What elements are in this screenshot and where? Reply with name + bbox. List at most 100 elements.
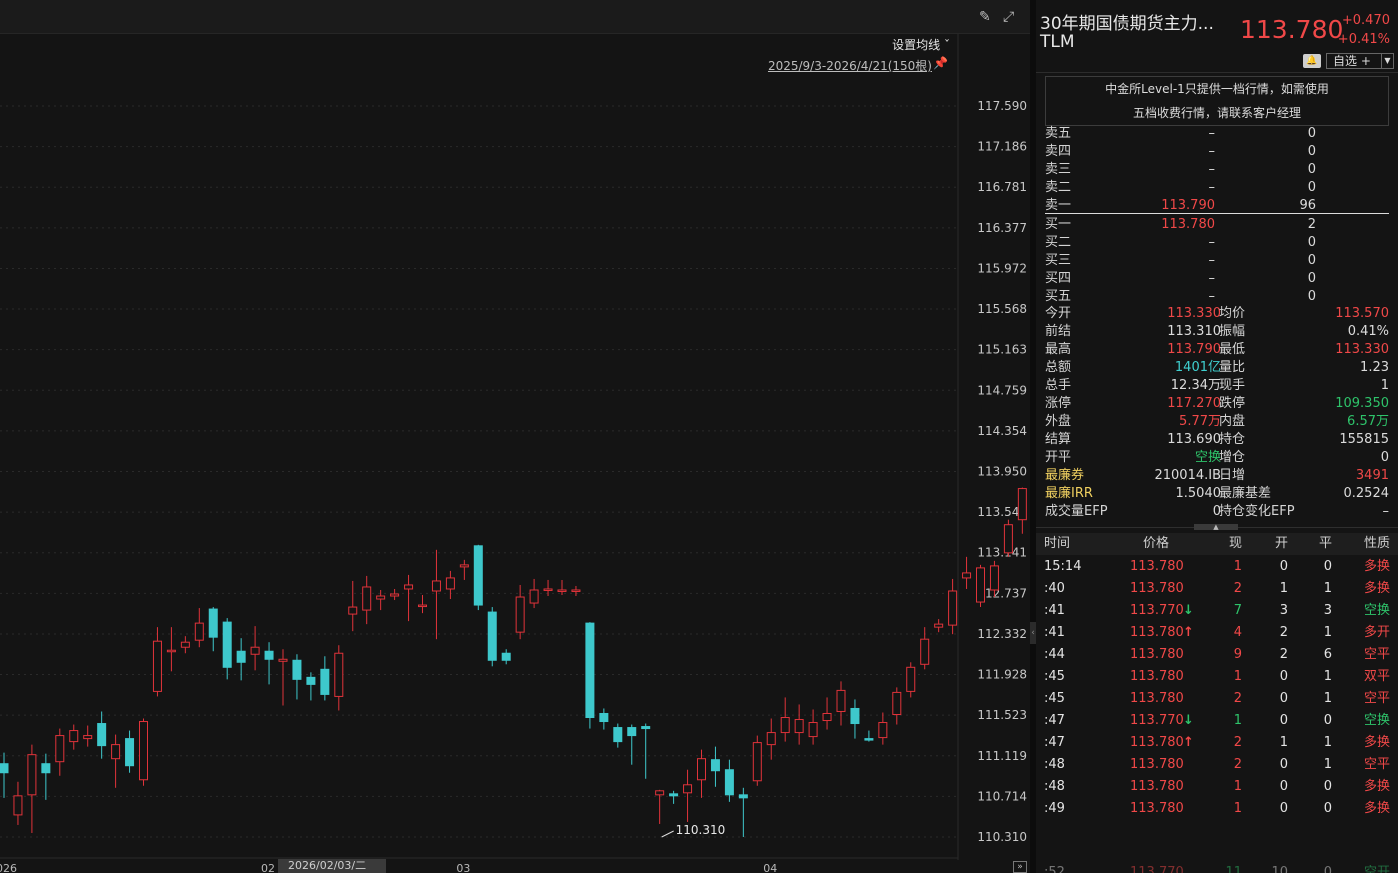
candle-body [41,763,51,774]
order-price: – [1208,289,1216,304]
candle[interactable] [69,724,79,750]
candle-body [320,668,330,695]
candle[interactable] [1017,487,1027,534]
candle[interactable] [306,672,316,701]
candle[interactable] [934,619,944,633]
candle[interactable] [278,649,288,706]
candle[interactable] [320,656,330,701]
candle[interactable] [794,704,804,745]
candle[interactable] [13,781,23,825]
candle[interactable] [111,734,121,788]
tick-row[interactable]: :44 113.780 9 2 6 空平 [1036,644,1398,666]
candle[interactable] [0,752,9,798]
tick-row[interactable]: :40 113.780 2 1 1 多换 [1036,578,1398,600]
candle[interactable] [1003,519,1013,557]
candle[interactable] [139,718,148,786]
candle[interactable] [376,589,386,611]
tick-row[interactable]: :47 113.770 ↓ 1 0 0 空换 [1036,710,1398,732]
candle[interactable] [208,607,218,652]
candle[interactable] [529,578,539,609]
tick-row[interactable]: :49 113.780 1 0 0 多换 [1036,798,1398,820]
candle[interactable] [878,712,888,745]
candlestick-chart[interactable]: 117.590 117.186 116.781 116.377 115.972 115.5… [0,0,1030,873]
candle[interactable] [627,724,637,765]
candle-body [487,611,497,661]
candle[interactable] [264,642,274,685]
collapse-arrow-icon[interactable]: ▲ [1194,524,1238,531]
stat-label: 总手 [1045,378,1072,393]
candle[interactable] [404,574,414,622]
double-chevron-right-icon[interactable]: » [1013,861,1027,873]
candle[interactable] [738,787,748,837]
candle[interactable] [724,759,734,802]
candle[interactable] [585,622,595,729]
candle[interactable] [766,718,776,760]
candle[interactable] [180,636,190,654]
candle[interactable] [459,559,469,580]
candle[interactable] [822,697,832,730]
candle[interactable] [752,735,762,786]
candle[interactable] [697,749,706,798]
candle[interactable] [836,681,846,726]
tick-row[interactable]: :41 113.770 ↓ 7 3 3 空换 [1036,600,1398,622]
candle[interactable] [780,697,790,742]
candle[interactable] [55,728,65,776]
bell-icon[interactable]: 🔔 [1303,54,1321,68]
candle[interactable] [920,627,930,670]
candle[interactable] [557,579,567,596]
add-watchlist-button[interactable]: 自选 + ▼ [1326,53,1394,69]
candle[interactable] [976,564,985,608]
candle[interactable] [892,687,902,725]
candle[interactable] [334,645,344,711]
kline-chart-panel[interactable]: ✎ ⤢ 设置均线 ˇ 2025/9/3-2026/4/21(150根) 📌 11… [0,0,1030,873]
candle[interactable] [348,580,358,632]
candle[interactable] [710,746,720,787]
tick-time: :49 [1044,801,1065,816]
stats-collapse-bar[interactable]: ▲ [1036,524,1398,532]
candle[interactable] [599,708,609,730]
candle[interactable] [194,608,204,648]
tick-row[interactable]: :47 113.780 ↑ 2 1 1 多换 [1036,732,1398,754]
candle[interactable] [850,699,860,739]
candle[interactable] [152,627,162,697]
candle[interactable] [613,723,623,748]
candle[interactable] [125,730,135,773]
candle[interactable] [962,556,972,589]
candle[interactable] [473,544,483,611]
candle[interactable] [445,570,455,600]
tick-row[interactable]: :45 113.780 1 0 1 双平 [1036,666,1398,688]
candle[interactable] [250,626,260,671]
candle[interactable] [418,595,427,614]
candle[interactable] [683,769,693,822]
tick-row[interactable]: :45 113.780 2 0 1 空平 [1036,688,1398,710]
candle[interactable] [487,607,497,667]
candle[interactable] [222,618,232,680]
candle-body [306,676,316,685]
candle[interactable] [236,638,246,681]
candle[interactable] [948,578,958,635]
candle[interactable] [906,662,916,698]
candle[interactable] [97,711,107,759]
dropdown-arrow-icon[interactable]: ▼ [1381,54,1393,68]
candle[interactable] [501,649,511,665]
candle[interactable] [641,723,651,779]
candle-body [278,658,288,662]
tick-row[interactable]: :48 113.780 2 0 1 空平 [1036,754,1398,776]
candle[interactable] [362,575,372,625]
candle[interactable] [431,549,441,640]
tick-row[interactable]: :48 113.780 1 0 0 多换 [1036,776,1398,798]
candle[interactable] [41,753,51,800]
stats-row: 最廉IRR 1.5040 最廉基差 0.2524 [1045,485,1389,503]
tick-time: :47 [1044,713,1065,728]
candle[interactable] [27,744,37,833]
candle[interactable] [669,790,679,804]
candle[interactable] [83,725,93,747]
candle[interactable] [655,789,665,824]
candle[interactable] [390,588,400,601]
tick-row[interactable]: :41 113.780 ↑ 4 2 1 多开 [1036,622,1398,644]
tick-row[interactable]: 15:14 113.780 1 0 0 多换 [1036,556,1398,578]
candle[interactable] [571,585,581,597]
candle[interactable] [864,730,874,742]
candle[interactable] [543,579,553,597]
candle[interactable] [292,654,302,700]
